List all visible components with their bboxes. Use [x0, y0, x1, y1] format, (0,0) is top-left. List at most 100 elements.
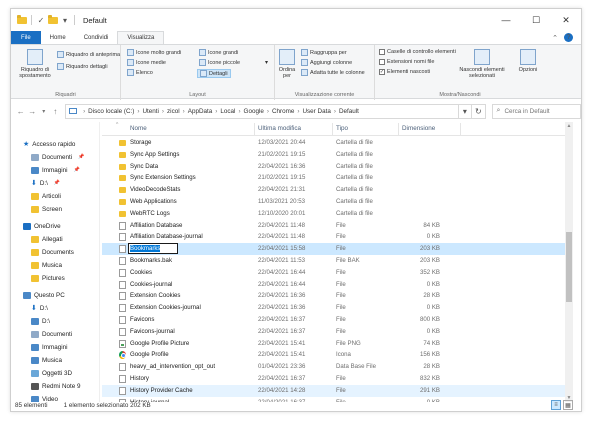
file-row[interactable]: Cookies 22/04/2021 16:44 File 352 KB [102, 267, 568, 279]
pane-divider[interactable] [99, 122, 100, 402]
scroll-up-icon[interactable]: ▲ [565, 122, 573, 130]
chevron-right-icon[interactable]: › [215, 108, 217, 115]
refresh-icon[interactable]: ↻ [472, 103, 486, 119]
nav-item[interactable]: Redmi Note 9 [31, 380, 81, 392]
nav-item[interactable]: Pictures [31, 272, 65, 284]
tab-share[interactable]: Condividi [75, 31, 118, 44]
chevron-right-icon[interactable]: › [334, 108, 336, 115]
large-icons-view-icon[interactable]: ▦ [563, 400, 573, 410]
column-divider[interactable] [332, 123, 333, 135]
nav-item[interactable]: Screen [31, 203, 62, 215]
maximize-button[interactable]: ☐ [521, 9, 551, 31]
add-columns-button[interactable]: Aggiungi colonne [301, 59, 352, 66]
chevron-right-icon[interactable]: › [137, 108, 139, 115]
file-row[interactable]: Web Applications 11/03/2021 20:53 Cartella… [102, 196, 568, 208]
checkbox[interactable] [379, 49, 385, 55]
column-divider[interactable] [254, 123, 255, 135]
back-arrow-icon[interactable]: ← [15, 107, 27, 116]
minimize-button[interactable]: — [491, 9, 521, 31]
new-folder-icon[interactable] [48, 14, 58, 24]
nav-item[interactable]: Musica [31, 259, 62, 271]
nav-item[interactable]: Documents [31, 246, 74, 258]
item-checkboxes-toggle[interactable]: Caselle di controllo elementi [379, 49, 456, 55]
tab-view[interactable]: Visualizza [117, 31, 165, 44]
checkmark-icon[interactable]: ✓ [36, 15, 46, 25]
breadcrumb-item[interactable]: zicol [167, 108, 180, 115]
breadcrumb-item[interactable]: Default [339, 108, 359, 115]
up-arrow-icon[interactable]: ↑ [50, 107, 62, 116]
file-row[interactable]: Sync Extension Settings 21/02/2021 19:15 C… [102, 172, 568, 184]
nav-item[interactable]: Allegati [31, 233, 63, 245]
help-icon[interactable]: ? [564, 33, 573, 42]
column-date[interactable]: Ultima modifica [258, 125, 301, 132]
chevron-right-icon[interactable]: › [267, 108, 269, 115]
layout-small-icons[interactable]: Icone piccole [199, 59, 240, 66]
nav-item[interactable]: Articoli [31, 190, 61, 202]
search-box[interactable]: ⌕ [491, 103, 581, 119]
file-row[interactable]: Google Profile Picture 22/04/2021 15:41 Fi… [102, 338, 568, 350]
file-row[interactable]: Sync Data 22/04/2021 16:36 Cartella di fil… [102, 161, 568, 173]
file-row[interactable]: WebRTC Logs 12/10/2020 20:01 Cartella di f… [102, 208, 568, 220]
dropdown-history-icon[interactable]: ▾ [458, 103, 473, 119]
nav-item[interactable]: ⬇ D:\ 📌 [31, 177, 60, 189]
layout-more-icon[interactable]: ▾ [265, 59, 268, 66]
group-by-button[interactable]: Raggruppa per [301, 49, 347, 56]
file-row[interactable]: Google Profile 22/04/2021 15:41 Icona 156 K… [102, 349, 568, 361]
nav-item[interactable]: ⬇ D:\ [31, 302, 48, 314]
breadcrumb-item[interactable]: Disco locale (C:) [88, 108, 134, 115]
file-row[interactable]: History Provider Cache 22/04/2021 14:28 Fi… [102, 384, 568, 397]
layout-medium-icons[interactable]: Icone medie [127, 59, 166, 66]
checkbox[interactable] [379, 59, 385, 65]
breadcrumb-item[interactable]: Utenti [142, 108, 158, 115]
chevron-right-icon[interactable]: › [83, 108, 85, 115]
details-pane-button[interactable]: Riquadro dettagli [57, 63, 108, 70]
nav-item[interactable]: Questo PC [23, 289, 65, 301]
preview-pane-button[interactable]: Riquadro di anteprima [57, 51, 120, 58]
nav-item[interactable]: ★ Accesso rapido [23, 138, 75, 150]
breadcrumb-item[interactable]: Local [220, 108, 235, 115]
file-row[interactable]: Cookies-journal 22/04/2021 16:44 File 0 KB [102, 279, 568, 291]
file-row[interactable]: Bookmarks.bak 22/04/2021 11:53 File BAK 203… [102, 255, 568, 267]
layout-large-icons[interactable]: Icone grandi [199, 49, 238, 56]
rename-input[interactable]: Bookmarks [128, 243, 178, 255]
nav-item[interactable]: D:\ [31, 315, 50, 327]
chevron-down-icon[interactable]: ▾ [60, 15, 70, 25]
search-input[interactable] [504, 107, 575, 115]
column-divider[interactable] [398, 123, 399, 135]
file-row[interactable]: Extension Cookies-journal 22/04/2021 16:3… [102, 302, 568, 314]
nav-item[interactable]: Documenti 📌 [31, 151, 84, 163]
file-row[interactable]: Favicons 22/04/2021 16:37 File 800 KB [102, 314, 568, 326]
collapse-ribbon-icon[interactable]: ⌃ [552, 34, 558, 42]
chevron-right-icon[interactable]: › [183, 108, 185, 115]
chevron-right-icon[interactable]: › [238, 108, 240, 115]
column-divider[interactable] [460, 123, 461, 135]
column-size[interactable]: Dimensione [402, 125, 435, 132]
file-row[interactable]: heavy_ad_intervention_opt_out 01/04/2021 … [102, 361, 568, 373]
breadcrumb-item[interactable]: Chrome [272, 108, 294, 115]
scroll-thumb[interactable] [566, 232, 572, 302]
address-bar[interactable]: › Disco locale (C:) › Utenti › zicol › A… [65, 103, 459, 119]
sort-by-button[interactable]: Ordina per [277, 49, 297, 80]
close-button[interactable]: ✕ [551, 9, 581, 31]
file-row[interactable]: Extension Cookies 22/04/2021 16:36 File 28 … [102, 290, 568, 302]
nav-item[interactable]: OneDrive [23, 220, 61, 232]
column-name[interactable]: Nome [130, 125, 147, 132]
file-extensions-toggle[interactable]: Estensioni nomi file [379, 59, 434, 65]
nav-item[interactable]: Immagini [31, 341, 68, 353]
file-row[interactable]: Bookmarks 22/04/2021 15:58 File 203 KB [102, 243, 568, 255]
file-row[interactable]: Affiliation Database 22/04/2021 11:48 File… [102, 220, 568, 232]
layout-list[interactable]: Elenco [127, 69, 153, 76]
file-row[interactable]: VideoDecodeStats 22/04/2021 21:31 Cartella… [102, 184, 568, 196]
nav-item[interactable]: Immagini 📌 [31, 164, 80, 176]
file-row[interactable]: Storage 12/03/2021 20:44 Cartella di file [102, 137, 568, 149]
tab-file[interactable]: File [11, 31, 41, 44]
chevron-right-icon[interactable]: › [162, 108, 164, 115]
layout-details[interactable]: Dettagli [197, 69, 231, 78]
checkbox-checked[interactable]: ✓ [379, 69, 385, 75]
file-row[interactable]: Favicons-journal 22/04/2021 16:37 File 0 KB [102, 326, 568, 338]
nav-item[interactable]: Musica [31, 354, 62, 366]
forward-arrow-icon[interactable]: → [27, 107, 39, 116]
options-button[interactable]: Opzioni [515, 49, 541, 73]
recent-locations-icon[interactable]: ▾ [38, 108, 50, 115]
fit-columns-button[interactable]: Adatta tutte le colonne [301, 69, 365, 76]
